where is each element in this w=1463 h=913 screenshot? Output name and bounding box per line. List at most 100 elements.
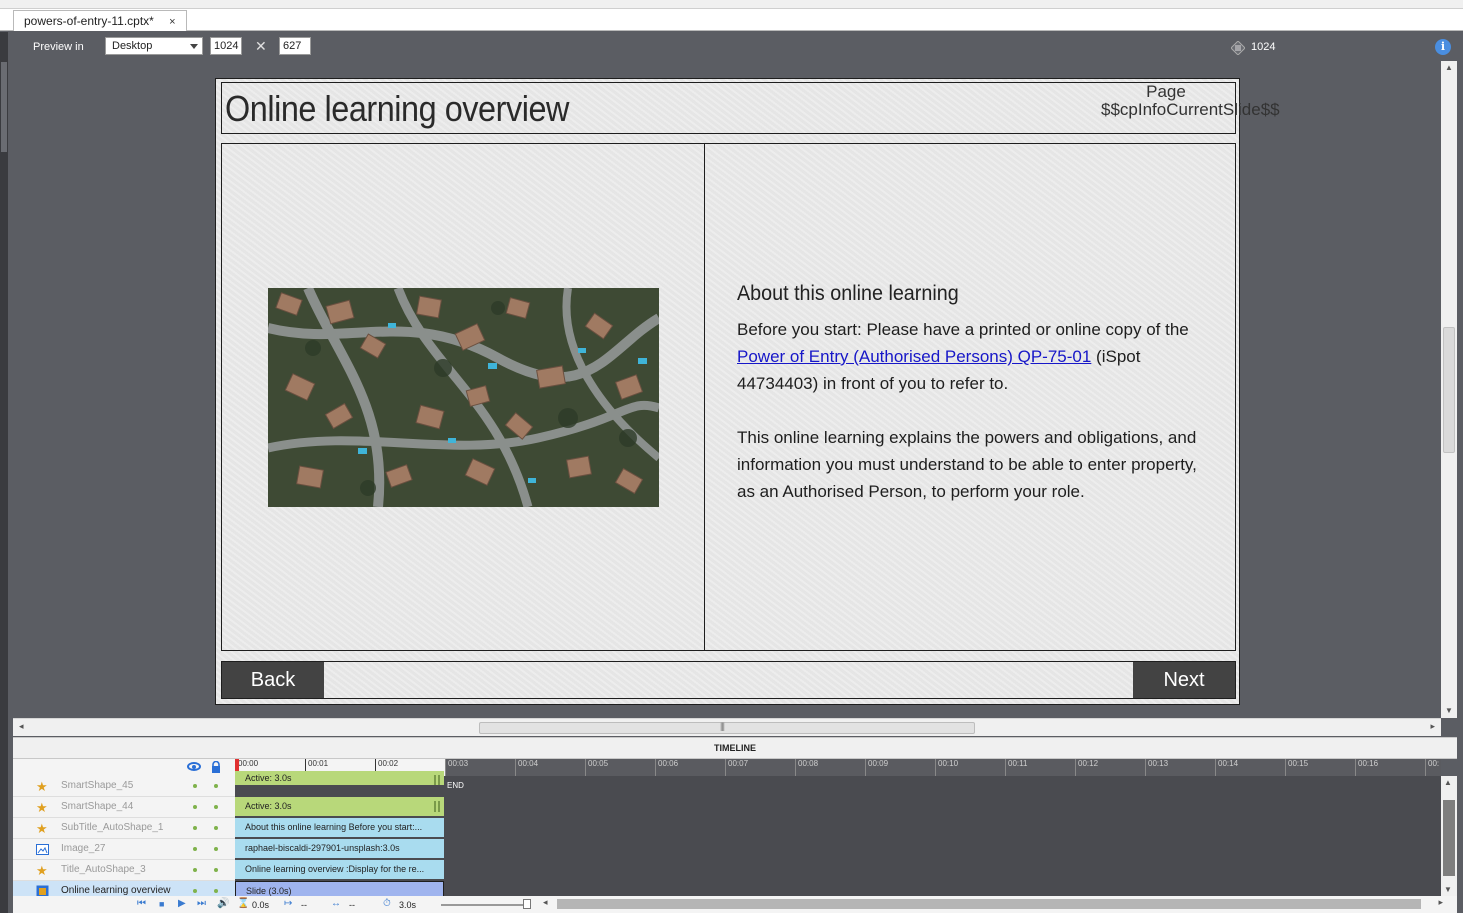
hourglass-icon: ⌛ <box>237 898 250 909</box>
visibility-dot[interactable] <box>193 889 197 893</box>
duration-marker: -- <box>349 900 355 910</box>
timeline-layer-row[interactable]: ★ SmartShape_44 <box>13 797 235 818</box>
play-icon[interactable]: ▶ <box>178 898 186 909</box>
timeline-layer-row[interactable]: ★ SubTitle_AutoShape_1 <box>13 818 235 839</box>
audio-icon[interactable]: 🔊 <box>217 898 229 909</box>
lock-icon[interactable] <box>211 761 221 773</box>
timeline-layer-row[interactable]: ★ SmartShape_45 <box>13 776 235 797</box>
timeline-tick: 00:14 <box>1215 759 1285 776</box>
timeline-layer-row[interactable]: Image_27 <box>13 839 235 860</box>
slide-canvas: Online learning overview Page $$cpInfoCu… <box>215 78 1280 705</box>
timeline-bar[interactable]: raphael-biscaldi-297901-unsplash:3.0s <box>235 839 444 858</box>
scroll-down-icon[interactable]: ▼ <box>1441 704 1457 718</box>
total-duration: 3.0s <box>399 900 417 910</box>
lock-dot[interactable] <box>214 889 218 893</box>
top-strip <box>0 0 1463 9</box>
lock-dot[interactable] <box>214 826 218 830</box>
eye-icon[interactable] <box>187 762 201 771</box>
resize-grip-icon[interactable] <box>434 775 440 785</box>
timeline-bar-label: raphael-biscaldi-297901-unsplash:3.0s <box>245 843 400 853</box>
document-tab[interactable]: powers-of-entry-11.cptx* × <box>13 10 187 31</box>
timeline-tick: 00:13 <box>1145 759 1215 776</box>
end-marker: END <box>447 781 464 790</box>
stage-vertical-scrollbar[interactable]: ▲ ▼ <box>1441 61 1457 718</box>
resize-grip-icon[interactable] <box>434 801 440 812</box>
lock-dot[interactable] <box>214 847 218 851</box>
stage-vscroll-thumb[interactable] <box>1443 327 1455 453</box>
scroll-right-icon[interactable]: ▸ <box>1438 897 1443 908</box>
rewind-icon[interactable]: ⏮ <box>137 898 146 909</box>
breakpoint-value: 1024 <box>1251 41 1276 53</box>
visibility-dot[interactable] <box>193 784 197 788</box>
navigation-bar: Back Next <box>221 661 1236 699</box>
forward-icon[interactable]: ⏭ <box>197 898 206 909</box>
grip-icon: ||| <box>720 721 725 731</box>
scroll-left-icon[interactable]: ◂ <box>543 897 548 908</box>
scroll-left-icon[interactable]: ◂ <box>19 721 24 732</box>
layer-name: Title_AutoShape_3 <box>61 864 146 875</box>
timeline-layers: ★ SmartShape_45 ★ SmartShape_44 ★ SubTitle_Au… <box>13 759 235 902</box>
stop-icon[interactable]: ■ <box>159 899 164 909</box>
visibility-dot[interactable] <box>193 868 197 872</box>
lock-dot[interactable] <box>214 868 218 872</box>
timeline-tick: 00:12 <box>1075 759 1145 776</box>
back-button[interactable]: Back <box>222 662 324 698</box>
stage-hscroll-thumb[interactable]: ||| <box>479 721 975 734</box>
scroll-up-icon[interactable]: ▲ <box>1441 61 1457 75</box>
layer-name: SubTitle_AutoShape_1 <box>61 822 164 833</box>
device-select[interactable]: Desktop <box>105 37 203 55</box>
stage-horizontal-scrollbar[interactable]: ◂ ||| ▸ <box>13 718 1441 736</box>
timeline-horizontal-scrollbar[interactable]: ◂ ▸ <box>543 897 1443 911</box>
zoom-slider-track[interactable] <box>441 904 531 906</box>
timeline-tick: 00:07 <box>725 759 795 776</box>
star-icon: ★ <box>36 863 48 878</box>
timeline-bar-label: Online learning overview :Display for th… <box>245 864 425 874</box>
timeline-tick: 00:03 <box>445 759 515 776</box>
start-marker-icon: ↦ <box>284 898 293 909</box>
lock-dot[interactable] <box>214 805 218 809</box>
timeline-hscroll-thumb[interactable] <box>557 899 1421 909</box>
timeline-tick: 00:08 <box>795 759 865 776</box>
timeline-vscroll-thumb[interactable] <box>1443 800 1455 876</box>
visibility-dot[interactable] <box>193 847 197 851</box>
timeline-bar[interactable]: Online learning overview :Display for th… <box>235 860 444 879</box>
scroll-right-icon[interactable]: ▸ <box>1430 721 1435 732</box>
width-field[interactable]: 1024 <box>210 37 242 55</box>
current-time: 0.0s <box>252 900 270 910</box>
dimension-x-icon: ✕ <box>255 38 267 54</box>
timeline-vertical-scrollbar[interactable]: ▲ ▼ <box>1441 776 1457 896</box>
visibility-dot[interactable] <box>193 826 197 830</box>
info-icon[interactable]: i <box>1435 39 1451 55</box>
scroll-down-icon[interactable]: ▼ <box>1444 885 1452 894</box>
star-icon: ★ <box>36 779 48 794</box>
zoom-slider-knob[interactable] <box>523 899 531 909</box>
document-tab-bar: powers-of-entry-11.cptx* × <box>0 9 1463 31</box>
start-time: -- <box>301 900 307 910</box>
timeline-tick: 00:06 <box>655 759 725 776</box>
document-tab-title: powers-of-entry-11.cptx* <box>24 14 154 28</box>
timeline-bar[interactable]: Active: 3.0s <box>235 771 444 785</box>
timeline-layer-row[interactable]: ★ Title_AutoShape_3 <box>13 860 235 881</box>
before-you-start-label: Before you start: <box>737 320 862 339</box>
close-icon[interactable]: × <box>169 16 175 28</box>
visibility-dot[interactable] <box>193 805 197 809</box>
lock-dot[interactable] <box>214 784 218 788</box>
title-box[interactable]: Online learning overview Page $$cpInfoCu… <box>221 82 1280 134</box>
duration-icon: ↔ <box>331 898 341 909</box>
page-number-variable: Page $$cpInfoCurrentSlide$$ <box>1101 82 1280 119</box>
timeline-bar[interactable]: About this online learning Before you st… <box>235 818 444 837</box>
scroll-up-icon[interactable]: ▲ <box>1444 778 1452 787</box>
next-button[interactable]: Next <box>1133 662 1235 698</box>
timeline-bar-label: About this online learning Before you st… <box>245 822 423 832</box>
timeline-track[interactable]: 00:00 00:01 00:02 00:03 00:04 00:05 00:06 00:07… <box>235 759 1441 900</box>
power-of-entry-link[interactable]: Power of Entry (Authorised Persons) QP-7… <box>737 347 1091 366</box>
left-scroll-thumb[interactable] <box>1 62 7 152</box>
layer-header-icons <box>13 759 235 775</box>
timeline-tick: 00:15 <box>1285 759 1355 776</box>
timeline-bar[interactable]: Active: 3.0s <box>235 797 444 816</box>
preview-label: Preview in <box>33 41 84 53</box>
breakpoint-marker-icon[interactable] <box>1231 41 1245 55</box>
aerial-neighbourhood-image[interactable] <box>268 288 659 507</box>
height-field[interactable]: 627 <box>279 37 311 55</box>
